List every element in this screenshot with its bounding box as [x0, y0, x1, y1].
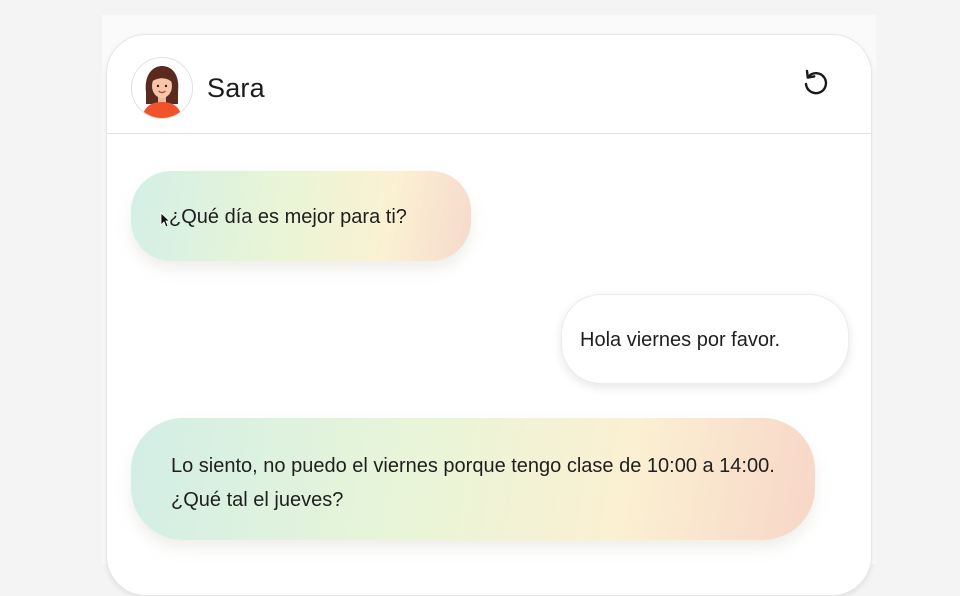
woman-avatar-icon [131, 57, 193, 119]
message-text: Lo siento, no puedo el viernes porque te… [171, 455, 775, 511]
message-text: Hola viernes por favor. [580, 329, 781, 351]
message-text: ¿Qué día es mejor para ti? [169, 206, 407, 228]
chat-window: Sara ¿Qué día es mejor para ti? Hola vie… [106, 34, 872, 596]
message-bubble-incoming: Lo siento, no puedo el viernes porque te… [131, 418, 815, 540]
mouse-cursor-icon [160, 212, 170, 228]
message-bubble-outgoing: Hola viernes por favor. [561, 294, 849, 384]
contact-name: Sara [207, 73, 265, 103]
chat-header: Sara [107, 35, 871, 134]
restart-icon[interactable] [797, 65, 833, 101]
message-bubble-incoming: ¿Qué día es mejor para ti? [131, 171, 471, 261]
